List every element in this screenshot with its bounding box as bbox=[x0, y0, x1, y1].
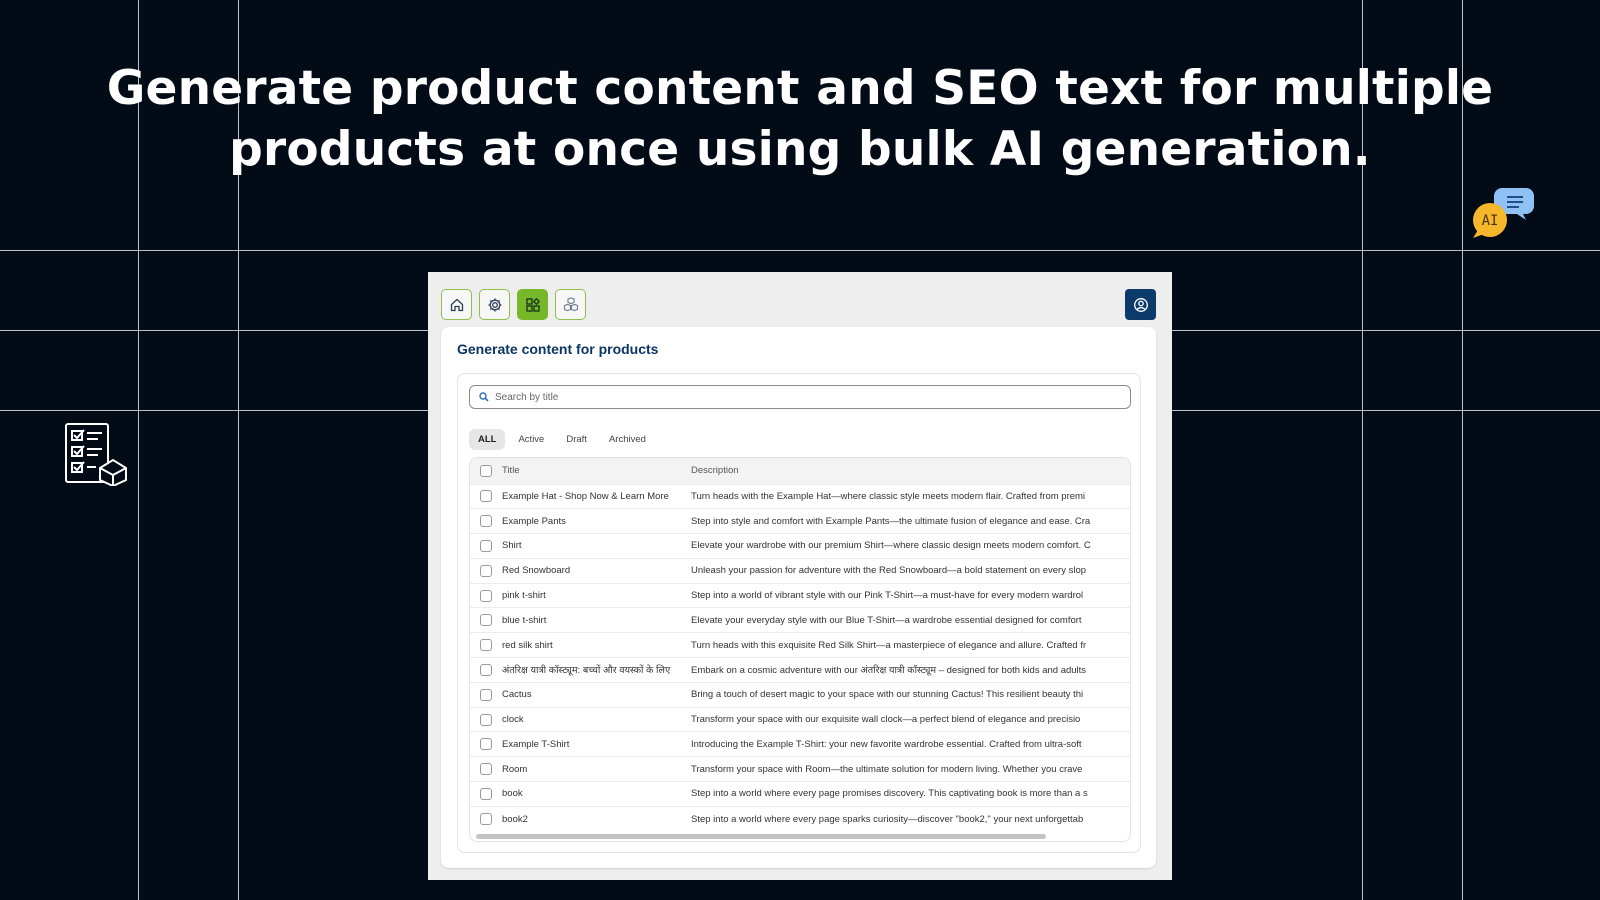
row-checkbox[interactable] bbox=[480, 614, 492, 627]
toolbar bbox=[441, 289, 586, 320]
tab-archived[interactable]: Archived bbox=[600, 429, 655, 450]
products-table: Title Description Example Hat - Shop Now… bbox=[469, 457, 1131, 842]
table-row[interactable]: Shirt Elevate your wardrobe with our prem… bbox=[470, 533, 1130, 559]
headline-line-2: products at once using bulk AI generatio… bbox=[229, 122, 1371, 177]
row-title: Example Pants bbox=[502, 515, 566, 527]
table-row[interactable]: pink t-shirt Step into a world of vibrant… bbox=[470, 583, 1130, 608]
row-checkbox[interactable] bbox=[480, 663, 492, 676]
row-checkbox[interactable] bbox=[480, 813, 492, 825]
tab-all[interactable]: ALL bbox=[469, 429, 506, 450]
account-button[interactable] bbox=[1125, 289, 1156, 320]
tab-draft[interactable]: Draft bbox=[557, 429, 596, 450]
row-title: अंतरिक्ष यात्री कॉस्ट्यूम: बच्चों और वयस… bbox=[502, 665, 671, 677]
table-row[interactable]: Red Snowboard Unleash your passion for ad… bbox=[470, 558, 1130, 583]
table-header: Title Description bbox=[470, 458, 1130, 484]
row-checkbox[interactable] bbox=[480, 639, 492, 652]
column-description: Description bbox=[691, 465, 739, 477]
row-checkbox[interactable] bbox=[480, 564, 492, 577]
table-row[interactable]: Example Pants Step into style and comfort… bbox=[470, 508, 1130, 534]
row-title: Cactus bbox=[502, 689, 532, 701]
row-checkbox[interactable] bbox=[480, 539, 492, 552]
apps-grid-icon bbox=[525, 297, 540, 312]
row-title: clock bbox=[502, 714, 524, 726]
table-row[interactable]: book2 Step into a world where every page … bbox=[470, 806, 1130, 831]
row-title: Red Snowboard bbox=[502, 565, 571, 577]
headline-line-1: Generate product content and SEO text fo… bbox=[106, 61, 1494, 116]
horizontal-scrollbar[interactable] bbox=[476, 834, 1046, 839]
row-title: Example T-Shirt bbox=[502, 738, 570, 750]
row-title: Example Hat - Shop Now & Learn More bbox=[502, 490, 669, 502]
row-title: book2 bbox=[502, 813, 528, 825]
search-box[interactable] bbox=[469, 385, 1131, 409]
row-checkbox[interactable] bbox=[480, 490, 492, 503]
row-description: Introducing the Example T-Shirt: your ne… bbox=[691, 738, 1082, 750]
table-row[interactable]: book Step into a world where every page p… bbox=[470, 781, 1130, 807]
row-description: Transform your space with our exquisite … bbox=[691, 714, 1081, 726]
row-description: Step into a world of vibrant style with … bbox=[691, 590, 1084, 602]
table-row[interactable]: clock Transform your space with our exqui… bbox=[470, 707, 1130, 732]
row-description: Step into style and comfort with Example… bbox=[691, 515, 1091, 527]
row-title: Shirt bbox=[502, 540, 522, 552]
products-panel: ALL Active Draft Archived Title Descript… bbox=[457, 373, 1141, 853]
row-description: Step into a world where every page spark… bbox=[691, 813, 1084, 825]
select-all-checkbox[interactable] bbox=[480, 464, 492, 477]
row-title: book bbox=[502, 788, 523, 800]
app-window: Generate content for products ALL Active… bbox=[428, 272, 1172, 880]
row-title: pink t-shirt bbox=[502, 590, 546, 602]
hero-headline: Generate product content and SEO text fo… bbox=[100, 58, 1500, 180]
ai-chat-bubble-icon: AI bbox=[1473, 188, 1534, 238]
table-row[interactable]: Example T-Shirt Introducing the Example T… bbox=[470, 731, 1130, 757]
row-description: Turn heads with the Example Hat—where cl… bbox=[691, 490, 1086, 502]
settings-icon bbox=[488, 298, 501, 311]
row-checkbox[interactable] bbox=[480, 787, 492, 800]
row-checkbox[interactable] bbox=[480, 688, 492, 701]
row-description: Elevate your wardrobe with our premium S… bbox=[691, 540, 1091, 552]
grid-line bbox=[0, 250, 1600, 251]
row-description: Bring a touch of desert magic to your sp… bbox=[691, 689, 1084, 701]
table-row[interactable]: Cactus Bring a touch of desert magic to y… bbox=[470, 682, 1130, 707]
page-title: Generate content for products bbox=[457, 341, 659, 357]
settings-button[interactable] bbox=[479, 289, 510, 320]
content-card: Generate content for products ALL Active… bbox=[441, 327, 1156, 868]
table-row[interactable]: blue t-shirt Elevate your everyday style … bbox=[470, 607, 1130, 633]
boxes-icon bbox=[563, 296, 578, 311]
products-button[interactable] bbox=[555, 289, 586, 320]
row-checkbox[interactable] bbox=[480, 738, 492, 751]
home-button[interactable] bbox=[441, 289, 472, 320]
row-title: blue t-shirt bbox=[502, 614, 547, 626]
account-icon bbox=[1133, 297, 1148, 312]
row-description: Elevate your everyday style with our Blu… bbox=[691, 614, 1082, 626]
status-tabs: ALL Active Draft Archived bbox=[469, 429, 655, 450]
row-description: Step into a world where every page promi… bbox=[691, 788, 1088, 800]
table-row[interactable]: अंतरिक्ष यात्री कॉस्ट्यूम: बच्चों और वयस… bbox=[470, 657, 1130, 683]
table-row[interactable]: Example Hat - Shop Now & Learn More Turn … bbox=[470, 484, 1130, 509]
row-checkbox[interactable] bbox=[480, 763, 492, 776]
search-icon bbox=[479, 392, 489, 402]
row-description: Unleash your passion for adventure with … bbox=[691, 565, 1087, 577]
row-checkbox[interactable] bbox=[480, 713, 492, 726]
row-description: Turn heads with this exquisite Red Silk … bbox=[691, 639, 1087, 651]
row-checkbox[interactable] bbox=[480, 515, 492, 528]
row-description: Embark on a cosmic adventure with our अं… bbox=[691, 665, 1087, 677]
table-row[interactable]: red silk shirt Turn heads with this exqui… bbox=[470, 632, 1130, 658]
ai-label: AI bbox=[1482, 213, 1499, 229]
home-icon bbox=[450, 298, 463, 311]
column-title: Title bbox=[502, 465, 520, 477]
row-title: Room bbox=[502, 763, 528, 775]
row-title: red silk shirt bbox=[502, 639, 553, 651]
apps-button[interactable] bbox=[517, 289, 548, 320]
row-description: Transform your space with Room—the ultim… bbox=[691, 763, 1083, 775]
row-checkbox[interactable] bbox=[480, 589, 492, 602]
tab-active[interactable]: Active bbox=[509, 429, 553, 450]
checklist-box-icon bbox=[65, 423, 127, 486]
table-row[interactable]: Room Transform your space with Room—the u… bbox=[470, 756, 1130, 782]
search-input[interactable] bbox=[495, 391, 1095, 403]
